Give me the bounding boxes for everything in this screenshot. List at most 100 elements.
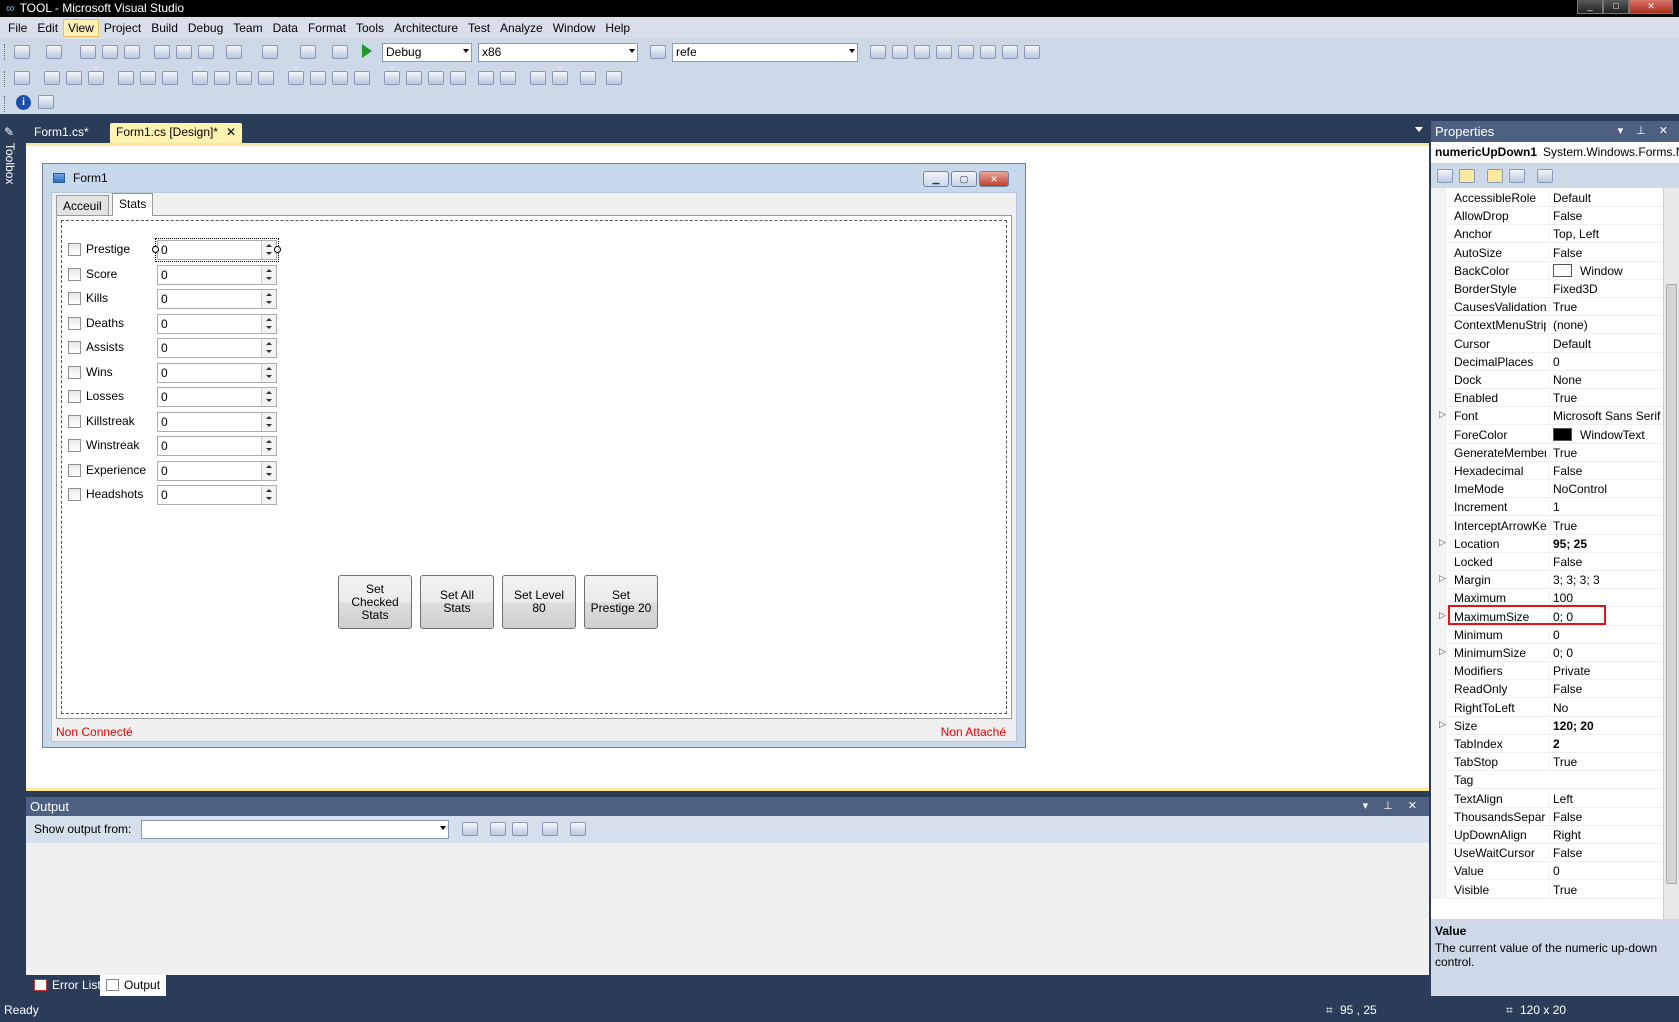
new-project-icon[interactable] (14, 45, 30, 59)
form-minimize-button[interactable]: ▁ (923, 171, 949, 187)
find-combo[interactable]: refe (672, 43, 858, 62)
menu-architecture[interactable]: Architecture (389, 19, 463, 37)
menu-build[interactable]: Build (146, 19, 183, 37)
property-row-backcolor[interactable]: BackColor Window (1431, 260, 1663, 280)
menu-edit[interactable]: Edit (32, 19, 63, 37)
form1-window[interactable]: Form1 ▁ ▢ ✕ Acceuil Stats Set Checked St… (42, 163, 1026, 748)
info-icon[interactable]: i (16, 95, 31, 110)
spin-buttons[interactable] (261, 339, 276, 357)
property-row-thousandsseparator[interactable]: ThousandsSeparatorFalse (1431, 806, 1663, 826)
tab-stats[interactable]: Stats (112, 193, 154, 216)
property-row-usewaitcursor[interactable]: UseWaitCursor False (1431, 843, 1663, 863)
expand-arrow-icon[interactable]: ▷ (1439, 719, 1446, 730)
solution-config-select[interactable]: Debug (382, 43, 472, 62)
properties-view-icon[interactable] (1487, 169, 1503, 183)
spin-down-icon[interactable] (266, 472, 272, 476)
property-value[interactable]: 2 (1549, 737, 1661, 751)
spin-buttons[interactable] (261, 363, 276, 382)
property-row-forecolor[interactable]: ForeColor WindowText (1431, 424, 1663, 444)
spin-up-icon[interactable] (266, 268, 272, 272)
kills-numeric-updown[interactable]: 0 (157, 289, 277, 309)
headshots-numeric-updown[interactable]: 0 (157, 485, 277, 505)
size-to-grid-icon[interactable] (214, 71, 230, 85)
property-value[interactable]: None (1549, 373, 1661, 387)
property-value[interactable]: 0 (1549, 354, 1661, 369)
property-row-dock[interactable]: Dock None (1431, 370, 1663, 389)
solution-explorer-icon[interactable] (870, 45, 886, 59)
open-file-icon[interactable] (80, 45, 96, 59)
property-value[interactable]: True (1549, 391, 1661, 406)
menu-window[interactable]: Window (548, 19, 601, 37)
expand-arrow-icon[interactable]: ▷ (1439, 409, 1446, 420)
menu-data[interactable]: Data (268, 19, 303, 37)
spin-up-icon[interactable] (266, 293, 272, 296)
spin-down-icon[interactable] (266, 423, 272, 427)
resize-handle-left[interactable] (152, 246, 159, 253)
object-browser-icon[interactable] (914, 45, 930, 59)
output-source-select[interactable] (141, 820, 449, 839)
decrease-vertical-spacing-icon[interactable] (428, 71, 444, 85)
events-lightning-icon[interactable] (1509, 169, 1525, 183)
expand-arrow-icon[interactable]: ▷ (1439, 646, 1446, 657)
bring-to-front-icon[interactable] (530, 71, 546, 85)
scrollbar-thumb[interactable] (1666, 284, 1677, 884)
spin-down-icon[interactable] (266, 350, 272, 353)
remove-horizontal-spacing-icon[interactable] (354, 71, 370, 85)
previous-message-icon[interactable] (490, 822, 506, 836)
increase-vertical-spacing-icon[interactable] (406, 71, 422, 85)
menu-team[interactable]: Team (228, 19, 267, 37)
menu-view[interactable]: View (63, 19, 99, 37)
spin-down-icon[interactable] (266, 448, 272, 451)
save-icon[interactable] (102, 45, 118, 59)
score-numeric-updown[interactable]: 0 (157, 264, 277, 285)
categorized-icon[interactable] (1437, 169, 1453, 183)
property-row-tag[interactable]: Tag (1431, 770, 1663, 790)
align-lefts-icon[interactable] (44, 71, 60, 85)
extension-manager-icon[interactable] (958, 45, 974, 59)
toolbox-window-icon[interactable] (936, 45, 952, 59)
property-row-accessiblerole[interactable]: AccessibleRole Default (1431, 188, 1663, 207)
spin-down-icon[interactable] (266, 325, 272, 329)
align-to-grid-icon[interactable] (14, 71, 30, 85)
menu-analyze[interactable]: Analyze (495, 19, 548, 37)
property-row-imemode[interactable]: ImeMode NoControl (1431, 479, 1663, 499)
spin-up-icon[interactable] (266, 489, 272, 492)
property-value[interactable]: 0; 0 (1549, 646, 1661, 660)
property-value[interactable]: Default (1549, 191, 1661, 205)
output-text-area[interactable] (26, 843, 1429, 975)
paste-icon[interactable] (198, 45, 214, 59)
property-row-tabstop[interactable]: TabStop True (1431, 752, 1663, 772)
navigate-backward-icon[interactable] (300, 45, 316, 59)
wins-checkbox[interactable] (68, 365, 81, 379)
property-value[interactable]: Left (1549, 791, 1661, 806)
property-value[interactable]: False (1549, 464, 1661, 478)
menu-project[interactable]: Project (99, 19, 146, 37)
property-row-hexadecimal[interactable]: Hexadecimal False (1431, 461, 1663, 480)
spin-down-icon[interactable] (266, 399, 272, 402)
property-row-causesvalidation[interactable]: CausesValidation True (1431, 297, 1663, 317)
property-row-locked[interactable]: Locked False (1431, 552, 1663, 571)
center-horizontally-icon[interactable] (478, 71, 494, 85)
navigate-forward-icon[interactable] (332, 45, 348, 59)
decrease-horizontal-spacing-icon[interactable] (332, 71, 348, 85)
tab-order-icon[interactable] (606, 71, 622, 85)
deaths-checkbox[interactable] (68, 316, 81, 330)
next-message-icon[interactable] (512, 822, 528, 836)
experience-checkbox[interactable] (68, 463, 81, 477)
property-row-location[interactable]: ▷ Location 95; 25 (1431, 533, 1663, 553)
property-row-increment[interactable]: Increment 1 (1431, 497, 1663, 517)
spin-down-icon[interactable] (266, 374, 272, 378)
clear-all-icon[interactable] (542, 822, 558, 836)
make-same-height-icon[interactable] (236, 71, 252, 85)
center-vertically-icon[interactable] (500, 71, 516, 85)
property-row-cursor[interactable]: Cursor Default (1431, 333, 1663, 353)
property-value[interactable]: 3; 3; 3; 3 (1549, 573, 1661, 588)
align-centers-icon[interactable] (66, 71, 82, 85)
property-value[interactable]: Microsoft Sans Serif (1549, 409, 1661, 424)
toolbox-panel[interactable]: ✎ Toolbox (0, 121, 22, 241)
property-value[interactable]: NoControl (1549, 482, 1661, 497)
headshots-checkbox[interactable] (68, 488, 81, 501)
property-row-minimumsize[interactable]: ▷ MinimumSize 0; 0 (1431, 643, 1663, 662)
winstreak-checkbox[interactable] (68, 439, 81, 452)
tab-form1-cs[interactable]: Form1.cs* (28, 123, 95, 143)
